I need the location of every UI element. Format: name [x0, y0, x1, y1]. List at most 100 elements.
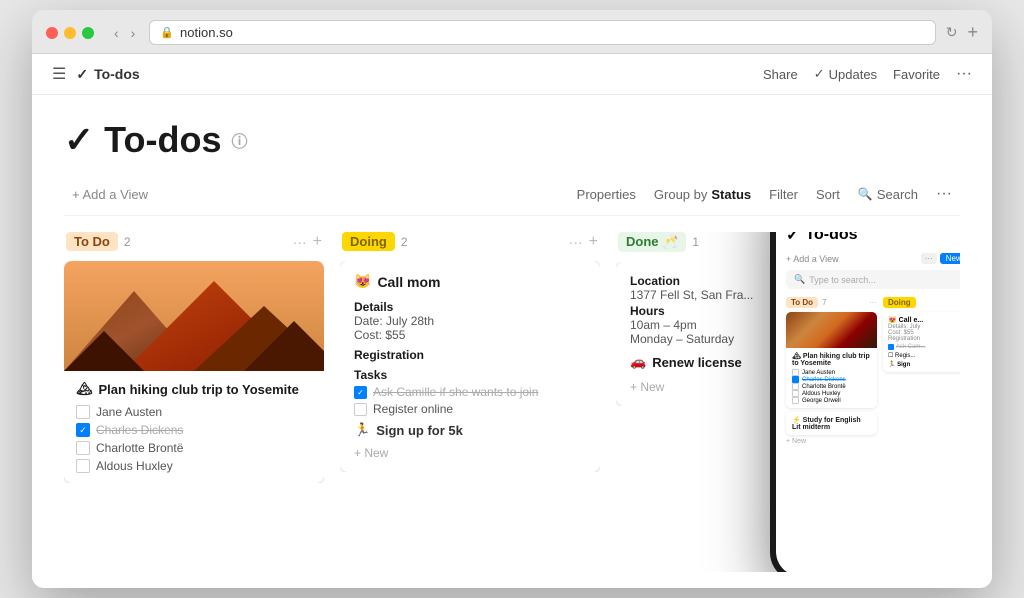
camille-task: Ask Camille if she wants to join — [373, 385, 538, 399]
phone-add-view[interactable]: + Add a View ··· New ▾ — [786, 253, 960, 264]
doing-count: 2 — [401, 235, 408, 249]
header-left: ☰ ✓ To-dos — [52, 64, 140, 84]
traffic-lights — [46, 27, 94, 39]
person-charles: ✓ Charles Dickens — [76, 423, 312, 437]
charlotte-checkbox[interactable] — [76, 441, 90, 455]
hours-value: 10am – 4pm — [630, 318, 697, 332]
person-aldous: Aldous Huxley — [76, 459, 312, 473]
phone-mountain-img — [786, 312, 877, 348]
location-value: 1377 Fell St, San Fra... — [630, 288, 753, 302]
phone-todo-count: 7 — [822, 298, 826, 307]
search-button[interactable]: 🔍 Search — [850, 183, 926, 206]
phone-more-btn[interactable]: ··· — [921, 253, 937, 264]
phone-search-bar[interactable]: 🔍 Type to search... — [786, 270, 960, 289]
menu-icon[interactable]: ☰ — [52, 64, 66, 84]
done-count: 1 — [692, 235, 699, 249]
back-button[interactable]: ‹ — [110, 23, 123, 43]
filter-button[interactable]: Filter — [761, 183, 806, 206]
updates-checkmark: ✓ — [814, 66, 825, 82]
favorite-button[interactable]: Favorite — [893, 67, 940, 82]
charles-checkbox[interactable]: ✓ — [76, 423, 90, 437]
app-title-text: To-dos — [94, 66, 140, 82]
camille-checkbox[interactable]: ✓ — [354, 386, 367, 399]
phone-charlotte: Charlotte Brontë — [792, 383, 871, 390]
phone-new-small[interactable]: + New — [786, 438, 877, 445]
close-button[interactable] — [46, 27, 58, 39]
phone-todo-header: To Do 7 ··· — [786, 297, 877, 308]
phone-jane-name: Jane Austen — [802, 370, 835, 376]
register-checkbox[interactable] — [354, 403, 367, 416]
share-button[interactable]: Share — [763, 67, 798, 82]
new-tab-button[interactable]: + — [967, 22, 978, 43]
phone-card-title: 🏔 Plan hiking club trip to Yosemite — [792, 352, 871, 367]
header-right: Share ✓ Updates Favorite ··· — [763, 65, 972, 83]
call-mom-title: 😻 Call mom — [354, 273, 586, 290]
todo-more-button[interactable]: ··· — [293, 234, 307, 250]
phone-new-btn[interactable]: New ▾ — [940, 253, 960, 264]
phone-doing-card: 😻 Call e... Details: July Cost: $55 Regi… — [883, 312, 960, 372]
doing-column-header: Doing 2 ··· + — [340, 232, 600, 251]
date-text: Date: July 28th — [354, 314, 586, 328]
group-by-label: Group by — [654, 187, 707, 202]
call-mom-emoji: 😻 — [354, 273, 371, 290]
phone-content: ✓ To-dos + Add a View ··· New ▾ 🔍 Type t… — [776, 232, 960, 572]
info-icon[interactable]: ⓘ — [231, 128, 247, 152]
location-label: Location — [630, 274, 680, 288]
jane-checkbox[interactable] — [76, 405, 90, 419]
phone-search-icon: 🔍 — [794, 274, 805, 285]
toolbar-more-button[interactable]: ··· — [928, 181, 960, 207]
more-options-button[interactable]: ··· — [956, 65, 972, 83]
add-view-button[interactable]: + Add a View — [64, 183, 156, 206]
phone-title-checkmark: ✓ — [786, 232, 799, 245]
sign-up-item: 🏃 Sign up for 5k — [354, 422, 586, 438]
phone-doing-label: Doing — [883, 297, 916, 308]
task-camille: ✓ Ask Camille if she wants to join — [354, 385, 586, 399]
updates-button[interactable]: ✓ Updates — [814, 66, 877, 82]
done-label: Done 🥂 — [618, 232, 686, 252]
todo-column: To Do 2 ··· + — [64, 232, 324, 572]
refresh-button[interactable]: ↻ — [946, 24, 958, 41]
hours-days: Monday – Saturday — [630, 332, 734, 346]
phone-card-body: 🏔 Plan hiking club trip to Yosemite Jane… — [786, 348, 877, 408]
details-section: Details Date: July 28th Cost: $55 — [354, 300, 586, 342]
forward-button[interactable]: › — [127, 23, 140, 43]
phone-overlay: 3:08 📶 🔋 ☰ ✓ — [770, 232, 960, 572]
phone-aldous-box — [792, 390, 799, 397]
phone-doing-title: 😻 Call e... — [888, 316, 960, 324]
maximize-button[interactable] — [82, 27, 94, 39]
aldous-checkbox[interactable] — [76, 459, 90, 473]
tasks-label: Tasks — [354, 368, 586, 382]
todo-column-header: To Do 2 ··· + — [64, 232, 324, 251]
done-new-button[interactable]: + New — [630, 380, 664, 394]
todo-label: To Do — [66, 232, 118, 251]
hiking-card-title: 🏔 Plan hiking club trip to Yosemite — [76, 381, 312, 397]
minimize-button[interactable] — [64, 27, 76, 39]
phone-screen: 3:08 📶 🔋 ☰ ✓ — [776, 232, 960, 572]
sort-button[interactable]: Sort — [808, 183, 848, 206]
details-label: Details — [354, 300, 586, 314]
doing-more-button[interactable]: ··· — [569, 234, 583, 250]
doing-new-button[interactable]: + New — [354, 446, 388, 460]
app-header: ☰ ✓ To-dos Share ✓ Updates Favorite ··· — [32, 54, 992, 95]
jane-name: Jane Austen — [96, 405, 162, 419]
properties-button[interactable]: Properties — [569, 183, 644, 206]
todo-add-button[interactable]: + — [313, 233, 322, 251]
nav-buttons: ‹ › — [110, 23, 139, 43]
phone-sign-row: Ask Cam... — [888, 344, 960, 350]
doing-add-button[interactable]: + — [589, 233, 598, 251]
phone-doing-col: Doing ··· 😻 Call e... Details: July Cost… — [883, 297, 960, 445]
doing-label: Doing — [342, 232, 395, 251]
phone-hiking-card: 🏔 Plan hiking club trip to Yosemite Jane… — [786, 312, 877, 408]
tasks-section: Tasks ✓ Ask Camille if she wants to join… — [354, 368, 586, 416]
checkmark-icon: ✓ — [76, 66, 88, 83]
app-container: ☰ ✓ To-dos Share ✓ Updates Favorite ··· — [32, 54, 992, 588]
address-bar[interactable]: 🔒 notion.so — [149, 20, 935, 45]
phone-doing-detail3: Registration — [888, 336, 960, 342]
phone-page-title: ✓ To-dos — [786, 232, 960, 245]
lock-icon: 🔒 — [160, 26, 174, 39]
phone-todo-label: To Do — [786, 297, 818, 308]
phone-charlotte-box — [792, 383, 799, 390]
todo-count: 2 — [124, 235, 131, 249]
group-by-button[interactable]: Group by Status — [646, 183, 759, 206]
phone-study-card: ⚡ Study for English Lit midterm — [786, 412, 877, 435]
